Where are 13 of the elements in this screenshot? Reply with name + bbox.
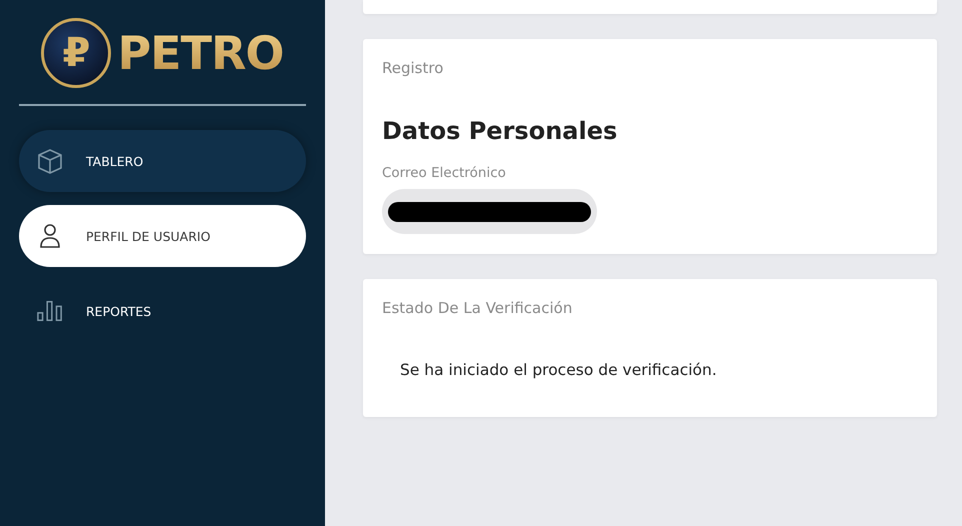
card-caption: Registro	[382, 59, 444, 77]
coin-emblem: ₽	[41, 18, 112, 88]
status-message: Se ha iniciado el proceso de verificación.	[400, 361, 718, 379]
user-icon	[39, 223, 61, 249]
email-field[interactable]	[382, 189, 597, 234]
bar-chart-icon	[37, 300, 63, 322]
nav-item[interactable]: PERFIL DE USUARIO	[19, 205, 306, 267]
cube-icon	[37, 148, 63, 174]
section-title: Datos Personales	[382, 117, 618, 145]
nav-item[interactable]: TABLERO	[19, 130, 306, 192]
field-label: Correo Electrónico	[382, 165, 507, 181]
nav-item[interactable]: REPORTES	[19, 280, 306, 342]
card-caption: Estado De La Verificación	[382, 299, 574, 317]
